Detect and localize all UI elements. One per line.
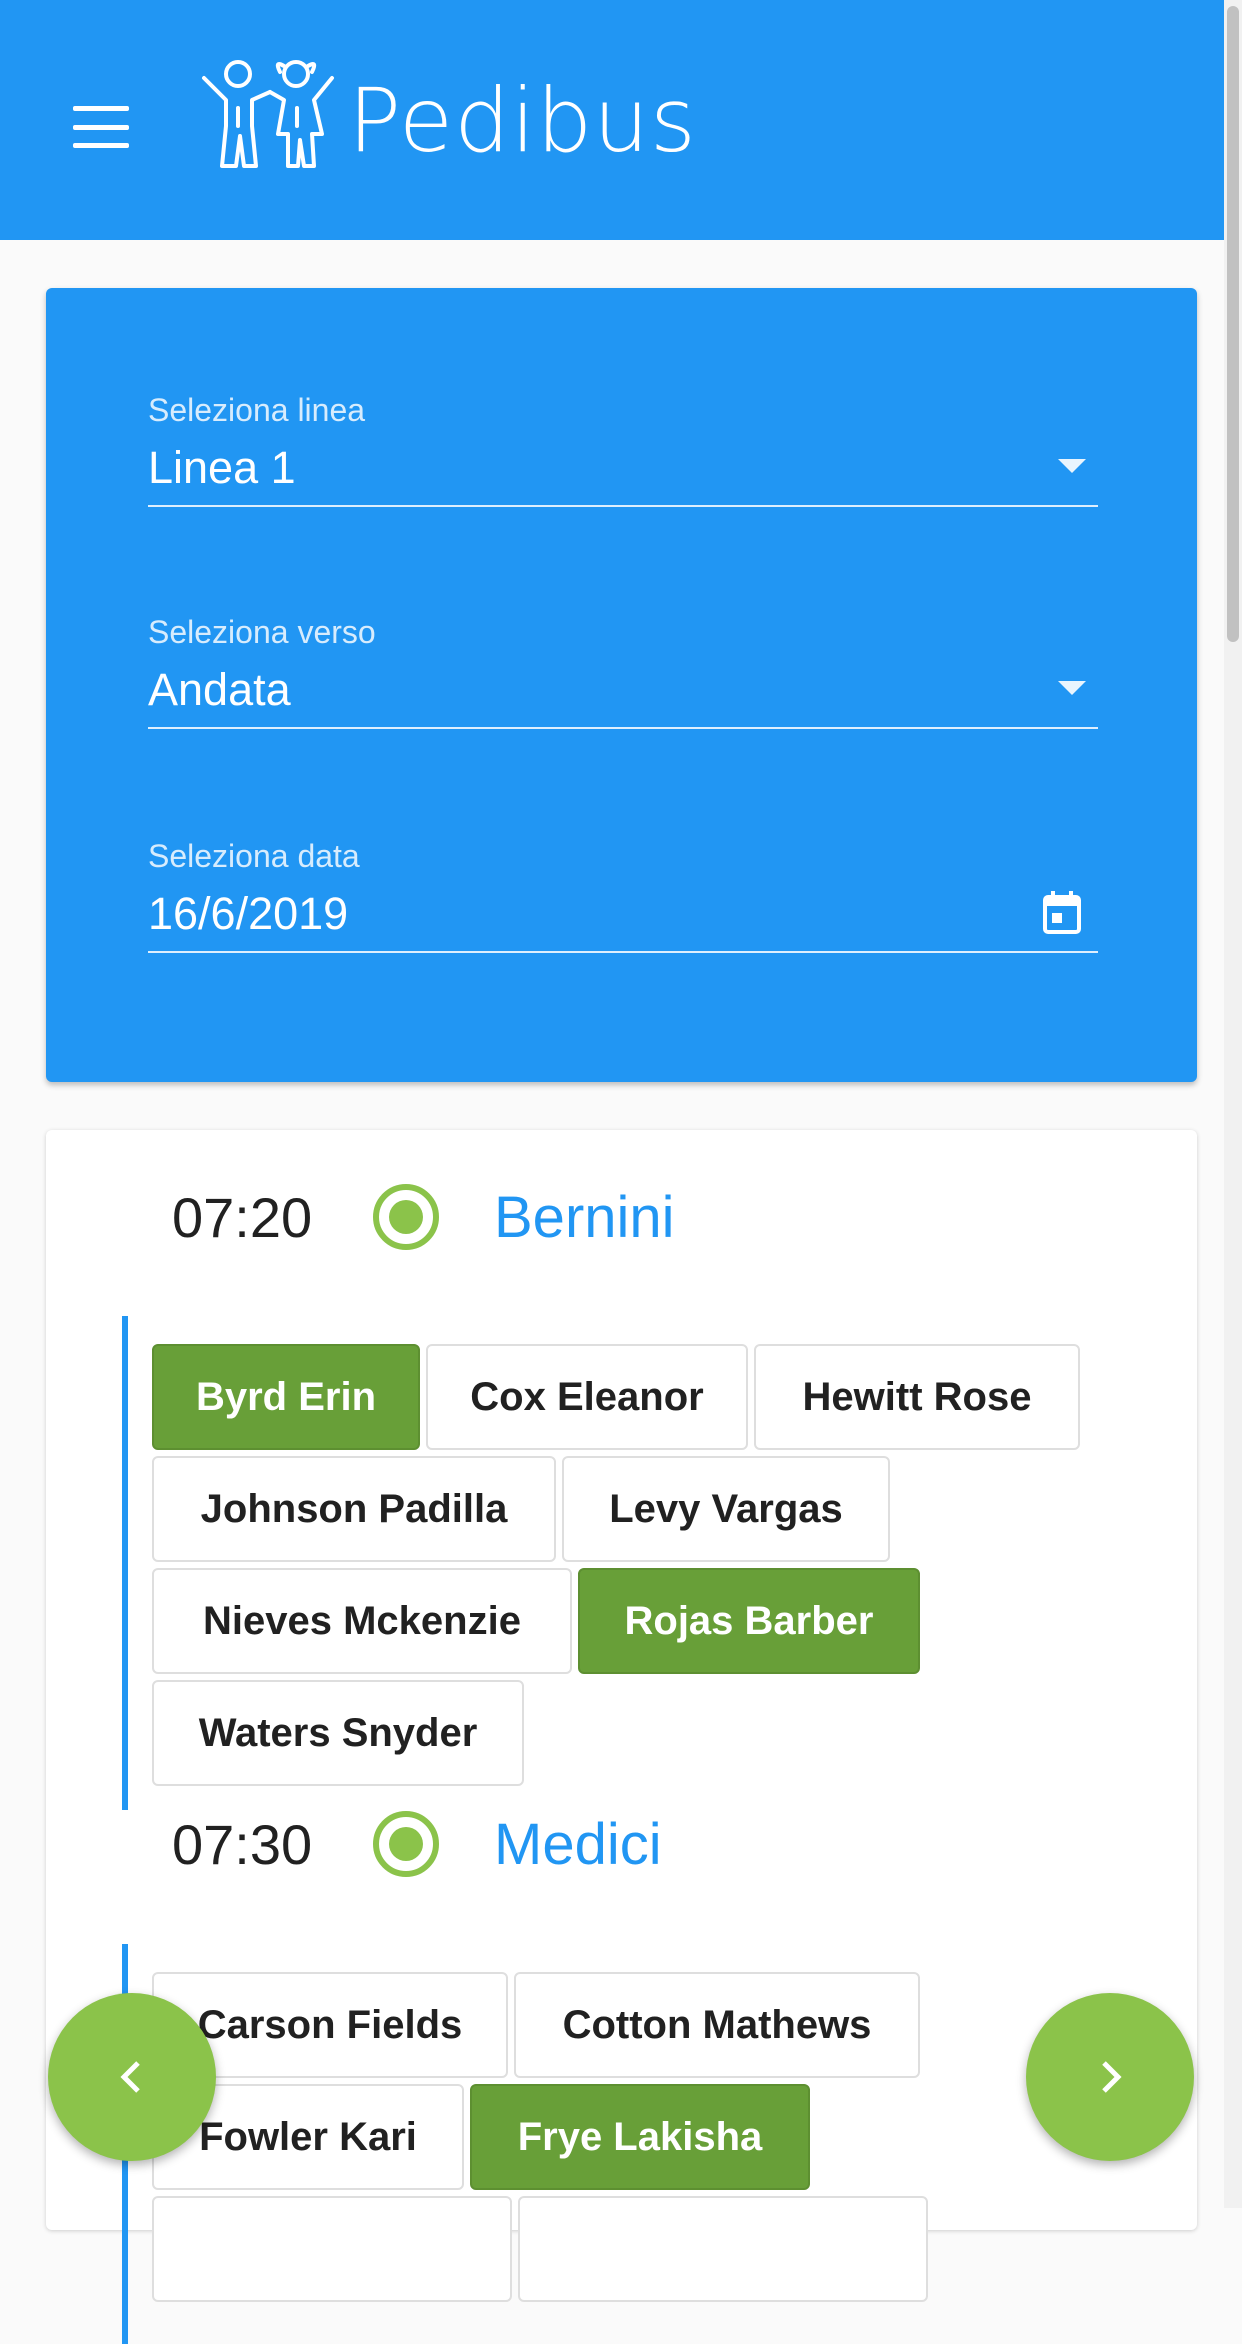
direction-select-label: Seleziona verso	[148, 614, 376, 650]
stop-marker-icon	[373, 1811, 439, 1877]
dropdown-arrow-icon	[1058, 681, 1086, 695]
date-picker-label: Seleziona data	[148, 838, 360, 874]
stop-header: 07:20 Bernini	[172, 1177, 675, 1257]
next-day-button[interactable]	[1026, 1993, 1194, 2161]
app-title: Pedibus	[348, 69, 697, 172]
line-select-text: Linea 1	[148, 442, 296, 493]
filter-card: Seleziona linea Linea 1 Seleziona verso …	[46, 288, 1197, 1082]
line-select-value[interactable]: Linea 1	[148, 443, 1098, 507]
stops-card: 07:20 Bernini Byrd Erin Cox Eleanor Hewi…	[46, 1130, 1197, 2344]
stop-time: 07:30	[172, 1812, 313, 1876]
stop-time: 07:20	[172, 1185, 313, 1249]
direction-select[interactable]: Seleziona verso Andata	[148, 614, 1098, 729]
stop-timeline	[122, 1316, 128, 1810]
scrollbar[interactable]	[1224, 0, 1242, 2208]
child-chip[interactable]: Rojas Barber	[578, 1568, 920, 1674]
child-chip[interactable]: Cotton Mathews	[514, 1972, 920, 2078]
stop-name: Bernini	[494, 1184, 675, 1250]
date-text: 16/6/2019	[148, 888, 349, 939]
menu-icon[interactable]	[73, 106, 129, 148]
line-select[interactable]: Seleziona linea Linea 1	[148, 392, 1098, 507]
child-chip[interactable]: Byrd Erin	[152, 1344, 420, 1450]
stop-header: 07:30 Medici	[172, 1804, 662, 1884]
child-chip[interactable]: Waters Snyder	[152, 1680, 524, 1786]
stop-name: Medici	[494, 1811, 662, 1877]
stop-marker-icon	[373, 1184, 439, 1250]
child-chip[interactable]: Hewitt Rose	[754, 1344, 1080, 1450]
dropdown-arrow-icon	[1058, 459, 1086, 473]
child-chip[interactable]: Johnson Padilla	[152, 1456, 556, 1562]
previous-day-button[interactable]	[48, 1993, 216, 2161]
child-chip-partial[interactable]	[152, 2196, 512, 2302]
child-chip[interactable]: Nieves Mckenzie	[152, 1568, 572, 1674]
app-bar: Pedibus	[0, 0, 1242, 240]
scrollbar-thumb[interactable]	[1227, 6, 1239, 642]
child-chip[interactable]: Cox Eleanor	[426, 1344, 748, 1450]
direction-select-text: Andata	[148, 664, 291, 715]
child-chip[interactable]: Levy Vargas	[562, 1456, 890, 1562]
chevron-left-icon	[120, 2061, 140, 2093]
date-field[interactable]: 16/6/2019	[148, 889, 1098, 953]
line-select-label: Seleziona linea	[148, 392, 366, 428]
calendar-icon[interactable]	[1042, 891, 1082, 935]
child-chip-partial[interactable]	[518, 2196, 928, 2302]
direction-select-value[interactable]: Andata	[148, 665, 1098, 729]
children-logo-icon	[202, 60, 334, 168]
chevron-right-icon	[1102, 2061, 1122, 2093]
date-picker[interactable]: Seleziona data 16/6/2019	[148, 838, 1098, 953]
child-chip[interactable]: Frye Lakisha	[470, 2084, 810, 2190]
